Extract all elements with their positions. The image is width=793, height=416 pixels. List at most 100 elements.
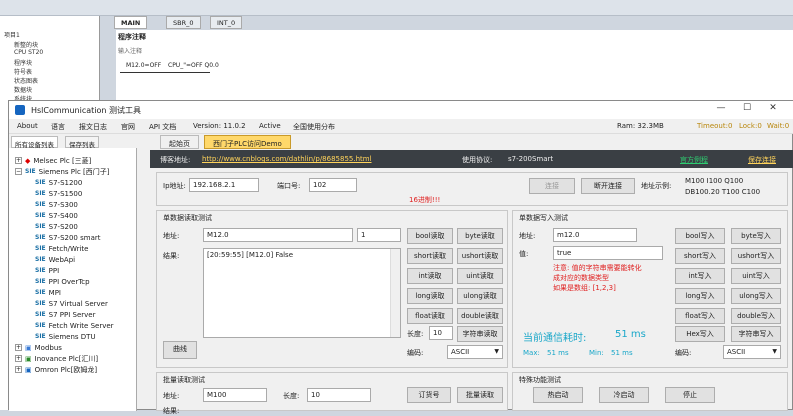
- port-input[interactable]: 102: [309, 178, 357, 192]
- curve-button[interactable]: 曲线: [163, 341, 197, 359]
- tree-node-mpi[interactable]: SIE MPI: [35, 287, 61, 298]
- tab-start-page[interactable]: 起始页: [160, 135, 199, 149]
- order-number-button[interactable]: 订货号: [407, 387, 451, 403]
- bg-tree-item: 符号表: [14, 69, 33, 76]
- int-read-button[interactable]: int读取: [407, 268, 453, 284]
- tab-all-devices[interactable]: 所有设备列表: [11, 136, 58, 149]
- omron-icon: ▣: [25, 365, 32, 374]
- close-button[interactable]: ✕: [760, 103, 786, 113]
- menu-website[interactable]: 官网: [121, 122, 135, 132]
- comm-time-value: 51 ms: [615, 329, 646, 340]
- byte-write-button[interactable]: byte写入: [731, 228, 781, 244]
- string-length-input[interactable]: 10: [429, 326, 453, 340]
- tree-node-s200smart[interactable]: SIE S7-S200 smart: [35, 232, 101, 243]
- bool-read-button[interactable]: bool读取: [407, 228, 453, 244]
- read-group-title: 单数据读取测试: [163, 214, 212, 222]
- tree-node-inovance[interactable]: + ▣ Inovance Plc[汇川]: [15, 353, 98, 364]
- siemens-icon: SIE: [35, 223, 46, 230]
- tree-node-siemens[interactable]: − SIE Siemens Plc [西门子]: [15, 166, 110, 177]
- uint-write-button[interactable]: uint写入: [731, 268, 781, 284]
- stop-button[interactable]: 停止: [665, 387, 715, 403]
- disconnect-button[interactable]: 断开连接: [581, 178, 635, 194]
- double-read-button[interactable]: double读取: [457, 308, 503, 324]
- bg-tab-int: INT_0: [210, 16, 243, 29]
- string-read-button[interactable]: 字符串读取: [457, 326, 503, 342]
- batch-read-button[interactable]: 批量读取: [457, 387, 503, 403]
- bg-tree-item: CPU ST20: [14, 49, 44, 56]
- hot-restart-button[interactable]: 热启动: [533, 387, 583, 403]
- write-encoding-select[interactable]: ASCII ▼: [723, 345, 781, 359]
- ushort-read-button[interactable]: ushort读取: [457, 248, 503, 264]
- read-address-input[interactable]: M12.0: [203, 228, 353, 242]
- blog-link[interactable]: http://www.cnblogs.com/dathlin/p/8685855…: [202, 155, 372, 163]
- byte-read-button[interactable]: byte读取: [457, 228, 503, 244]
- write-group-title: 单数据写入测试: [519, 214, 568, 222]
- read-encoding-select[interactable]: ASCII ▼: [447, 345, 503, 359]
- batch-result-label: 结果:: [163, 407, 180, 415]
- tree-node-fetch-write-server[interactable]: SIE Fetch Write Server: [35, 320, 114, 331]
- tree-node-ppi-overtcp[interactable]: SIE PPI OverTcp: [35, 276, 90, 287]
- tree-node-s7-virtual-server[interactable]: SIE S7 Virtual Server: [35, 298, 108, 309]
- tree-node-fetch-write[interactable]: SIE Fetch/Write: [35, 243, 88, 254]
- tree-node-s400[interactable]: SIE S7-S400: [35, 210, 78, 221]
- ulong-write-button[interactable]: ulong写入: [731, 288, 781, 304]
- collapse-icon[interactable]: −: [15, 168, 22, 175]
- menu-about[interactable]: About: [17, 122, 38, 130]
- menu-language[interactable]: 语言: [51, 122, 65, 132]
- hex-write-button[interactable]: Hex写入: [675, 326, 725, 342]
- result-scrollbar[interactable]: [390, 249, 400, 337]
- short-write-button[interactable]: short写入: [675, 248, 725, 264]
- tree-node-modbus[interactable]: + ▣ Modbus: [15, 342, 62, 353]
- tree-node-siemens-dtu[interactable]: SIE Siemens DTU: [35, 331, 96, 342]
- blog-label: 博客地址:: [160, 156, 191, 164]
- batch-length-input[interactable]: 10: [307, 388, 371, 402]
- tree-node-webapi[interactable]: SIE WebApi: [35, 254, 75, 265]
- batch-address-input[interactable]: M100: [203, 388, 267, 402]
- tree-node-s1200[interactable]: SIE S7-S1200: [35, 177, 82, 188]
- tree-node-s7-ppi-server[interactable]: SIE S7 PPI Server: [35, 309, 95, 320]
- cold-restart-button[interactable]: 冷启动: [599, 387, 649, 403]
- expand-icon[interactable]: +: [15, 344, 22, 351]
- long-write-button[interactable]: long写入: [675, 288, 725, 304]
- tree-node-ppi[interactable]: SIE PPI: [35, 265, 59, 276]
- expand-icon[interactable]: +: [15, 157, 22, 164]
- long-read-button[interactable]: long读取: [407, 288, 453, 304]
- ushort-write-button[interactable]: ushort写入: [731, 248, 781, 264]
- ulong-read-button[interactable]: ulong读取: [457, 288, 503, 304]
- tree-node-melsec[interactable]: + ◆ Melsec Plc [三菱]: [15, 155, 91, 166]
- tree-node-s300[interactable]: SIE S7-S300: [35, 199, 78, 210]
- connect-button[interactable]: 连接: [529, 178, 575, 194]
- int-write-button[interactable]: int写入: [675, 268, 725, 284]
- menu-active[interactable]: Active: [259, 122, 281, 130]
- string-write-button[interactable]: 字符串写入: [731, 326, 781, 342]
- save-connection-link[interactable]: 保存连接: [748, 155, 776, 165]
- minimize-button[interactable]: —: [708, 103, 734, 113]
- expand-icon[interactable]: +: [15, 366, 22, 373]
- official-example-link[interactable]: 官方例程: [680, 155, 708, 165]
- bool-write-button[interactable]: bool写入: [675, 228, 725, 244]
- maximize-button[interactable]: ☐: [734, 103, 760, 113]
- tree-node-s200[interactable]: SIE S7-S200: [35, 221, 78, 232]
- read-result-box[interactable]: [20:59:55] [M12.0] False: [203, 248, 401, 338]
- menu-api-doc[interactable]: API 文档: [149, 122, 176, 132]
- tree-node-s1500[interactable]: SIE S7-S1500: [35, 188, 82, 199]
- write-address-input[interactable]: m12.0: [553, 228, 637, 242]
- write-value-input[interactable]: true: [553, 246, 663, 260]
- float-write-button[interactable]: float写入: [675, 308, 725, 324]
- tab-siemens-demo[interactable]: 西门子PLC访问Demo: [204, 135, 291, 149]
- ip-input[interactable]: 192.168.2.1: [189, 178, 259, 192]
- menu-distribution[interactable]: 全国使用分布: [293, 122, 335, 132]
- read-count-input[interactable]: 1: [357, 228, 401, 242]
- write-note-2: 成对应的数据类型: [553, 274, 609, 282]
- ladder-rung: [120, 72, 210, 73]
- tree-node-omron[interactable]: + ▣ Omron Plc[欧姆龙]: [15, 364, 97, 375]
- chevron-down-icon: ▼: [772, 348, 777, 355]
- double-write-button[interactable]: double写入: [731, 308, 781, 324]
- float-read-button[interactable]: float读取: [407, 308, 453, 324]
- tab-saved-list[interactable]: 保存列表: [65, 136, 99, 149]
- short-read-button[interactable]: short读取: [407, 248, 453, 264]
- menu-log[interactable]: 报文日志: [79, 122, 107, 132]
- expand-icon[interactable]: +: [15, 355, 22, 362]
- special-function-group: 特殊功能测试 热启动 冷启动 停止: [512, 372, 788, 411]
- uint-read-button[interactable]: uint读取: [457, 268, 503, 284]
